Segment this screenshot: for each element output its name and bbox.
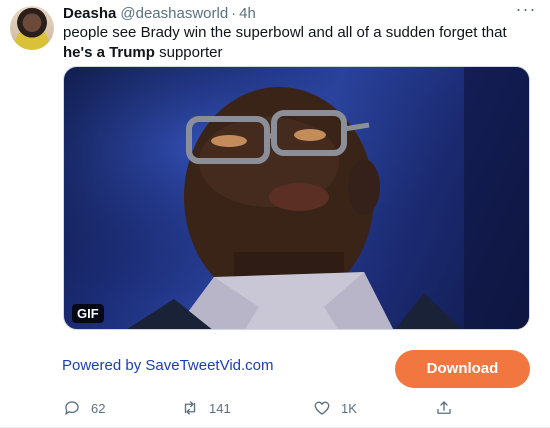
tweet-header: Deasha @deashasworld · 4h [63, 4, 256, 22]
tweet-text-part: people see Brady win the superbowl and a… [63, 24, 507, 41]
tweet-text: people see Brady win the superbowl and a… [63, 23, 533, 63]
like-button[interactable]: 1K [313, 398, 357, 418]
author-name[interactable]: Deasha [63, 5, 116, 22]
share-icon [437, 401, 451, 414]
tweet-actions: 62 141 1K [63, 398, 533, 418]
tweet-text-bold: he's a Trump [63, 44, 155, 61]
more-dots-icon[interactable]: ··· [512, 0, 540, 24]
gif-media[interactable]: GIF [63, 66, 530, 330]
gif-badge: GIF [72, 304, 104, 323]
retweet-icon [184, 401, 196, 415]
heart-icon [314, 401, 330, 415]
header-separator: · [231, 4, 237, 22]
download-button[interactable]: Download [395, 350, 530, 388]
tweet-card[interactable]: Deasha @deashasworld · 4h ··· people see… [0, 0, 550, 428]
gif-frame-illustration [64, 67, 529, 329]
author-handle[interactable]: @deashasworld [120, 5, 228, 22]
reply-icon [65, 401, 79, 415]
retweet-button[interactable]: 141 [181, 398, 231, 418]
reply-button[interactable]: 62 [63, 398, 105, 418]
powered-by-link[interactable]: Powered by SaveTweetVid.com [62, 357, 274, 374]
tweet-text-part: supporter [154, 44, 223, 61]
avatar[interactable] [10, 6, 54, 50]
reply-count: 62 [91, 400, 106, 416]
timestamp[interactable]: 4h [239, 5, 256, 22]
retweet-count: 141 [209, 400, 231, 416]
like-count: 1K [341, 400, 357, 416]
share-button[interactable] [435, 398, 453, 418]
